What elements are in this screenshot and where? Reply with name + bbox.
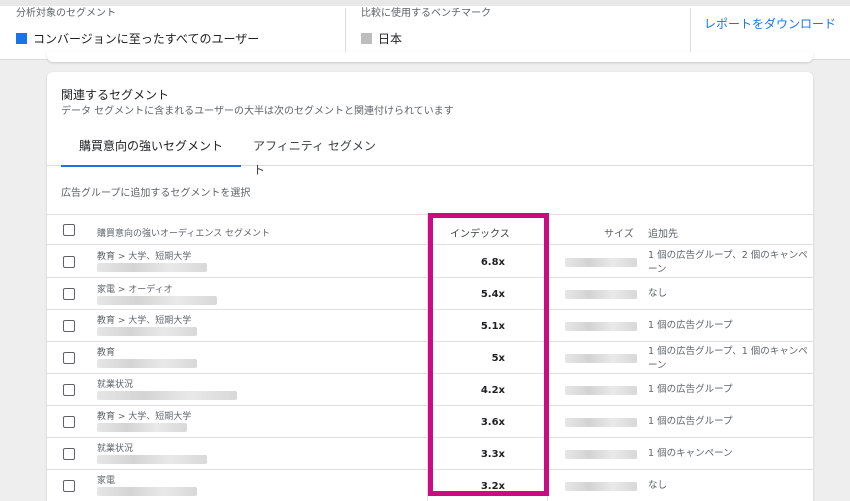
redacted-size bbox=[565, 322, 637, 331]
row-added-to: なし bbox=[648, 480, 668, 491]
redacted-size bbox=[565, 418, 637, 427]
redacted-segment-name bbox=[97, 455, 207, 464]
row-divider bbox=[47, 469, 813, 470]
row-category: 教育 > 大学、短期大学 bbox=[97, 412, 192, 422]
benchmark-value: 日本 bbox=[378, 32, 403, 46]
redacted-segment-name bbox=[97, 391, 237, 400]
analysis-segment-value: コンバージョンに至ったすべてのユーザー bbox=[33, 32, 260, 46]
tab-affinity[interactable]: アフィニティ セグメント bbox=[253, 134, 383, 177]
row-category: 教育 bbox=[97, 348, 116, 358]
redacted-size bbox=[565, 450, 637, 459]
row-index-value: 3.3x bbox=[480, 449, 505, 460]
row-category: 家電 > オーディオ bbox=[97, 285, 173, 295]
benchmark-label: 比較に使用するベンチマーク bbox=[361, 8, 491, 19]
row-checkbox[interactable] bbox=[63, 352, 75, 364]
card-subtitle: データ セグメントに含まれるユーザーの大半は次のセグメントと関連付けられています bbox=[61, 106, 454, 117]
header-bottom-border bbox=[47, 244, 813, 245]
row-index-value: 5x bbox=[491, 353, 505, 364]
row-added-to: 1 個の広告グループ bbox=[648, 384, 733, 395]
tab-in-market[interactable]: 購買意向の強いセグメント bbox=[61, 134, 241, 167]
redacted-size bbox=[565, 482, 637, 491]
row-added-to: 1 個の広告グループ bbox=[648, 416, 733, 427]
redacted-size bbox=[565, 386, 637, 395]
segment-tabs: 購買意向の強いセグメント アフィニティ セグメント bbox=[47, 134, 813, 177]
redacted-segment-name bbox=[97, 296, 217, 305]
row-divider bbox=[47, 373, 813, 374]
row-checkbox[interactable] bbox=[63, 480, 75, 492]
table-top-border bbox=[47, 214, 813, 215]
redacted-segment-name bbox=[97, 327, 197, 336]
redacted-segment-name bbox=[97, 359, 197, 368]
row-category: 就業状況 bbox=[97, 380, 134, 390]
related-segments-card: 関連するセグメント データ セグメントに含まれるユーザーの大半は次のセグメントと… bbox=[47, 72, 813, 501]
header-segment[interactable]: 購買意向の強いオーディエンス セグメント bbox=[97, 226, 270, 239]
row-category: 教育 > 大学、短期大学 bbox=[97, 252, 192, 262]
row-index-value: 4.2x bbox=[480, 385, 505, 396]
row-divider bbox=[47, 277, 813, 278]
analysis-segment-selector[interactable]: 分析対象のセグメント コンバージョンに至ったすべてのユーザー bbox=[16, 7, 259, 47]
header-divider-2 bbox=[690, 8, 691, 52]
redacted-segment-name bbox=[97, 263, 207, 272]
row-checkbox[interactable] bbox=[63, 320, 75, 332]
row-divider bbox=[47, 405, 813, 406]
analysis-color-swatch bbox=[16, 33, 27, 44]
row-checkbox[interactable] bbox=[63, 448, 75, 460]
header-added-to: 追加先 bbox=[648, 229, 678, 240]
row-added-to: 1 個の広告グループ、2 個のキャンペーン bbox=[648, 250, 808, 275]
header-index[interactable]: インデックス bbox=[450, 225, 510, 240]
row-added-to: 1 個の広告グループ、1 個のキャンペーン bbox=[648, 346, 808, 371]
row-added-to: 1 個のキャンペーン bbox=[648, 448, 733, 459]
analysis-segment-label: 分析対象のセグメント bbox=[16, 8, 116, 19]
row-index-value: 5.1x bbox=[480, 321, 505, 332]
tab-affinity-label: アフィニティ セグメント bbox=[253, 139, 376, 177]
card-title: 関連するセグメント bbox=[61, 88, 170, 102]
row-index-value: 3.6x bbox=[480, 417, 505, 428]
row-divider bbox=[47, 437, 813, 438]
row-index-value: 5.4x bbox=[480, 289, 505, 300]
select-all-checkbox[interactable] bbox=[63, 224, 75, 236]
tab-in-market-label: 購買意向の強いセグメント bbox=[78, 139, 223, 153]
redacted-size bbox=[565, 290, 637, 299]
row-divider bbox=[47, 341, 813, 342]
redacted-segment-name bbox=[97, 423, 187, 432]
row-category: 教育 > 大学、短期大学 bbox=[97, 316, 192, 326]
redacted-size bbox=[565, 354, 637, 363]
row-added-to: 1 個の広告グループ bbox=[648, 320, 733, 331]
index-column-divider bbox=[427, 214, 428, 501]
top-strip bbox=[0, 0, 850, 6]
header-divider bbox=[345, 8, 346, 52]
redacted-size bbox=[565, 258, 637, 267]
header-size[interactable]: サイズ bbox=[604, 225, 634, 240]
benchmark-color-swatch bbox=[361, 33, 372, 44]
row-index-value: 3.2x bbox=[480, 481, 505, 492]
row-category: 就業状況 bbox=[97, 444, 134, 454]
row-added-to: なし bbox=[648, 288, 668, 299]
size-column-divider bbox=[547, 214, 548, 501]
row-checkbox[interactable] bbox=[63, 256, 75, 268]
row-checkbox[interactable] bbox=[63, 416, 75, 428]
row-index-value: 6.8x bbox=[480, 257, 505, 268]
row-divider bbox=[47, 309, 813, 310]
row-checkbox[interactable] bbox=[63, 288, 75, 300]
download-report-link[interactable]: レポートをダウンロード bbox=[704, 15, 836, 32]
row-category: 家電 bbox=[97, 476, 116, 486]
previous-card-edge bbox=[47, 52, 813, 62]
redacted-segment-name bbox=[97, 487, 197, 496]
benchmark-selector[interactable]: 比較に使用するベンチマーク 日本 bbox=[361, 7, 491, 47]
row-checkbox[interactable] bbox=[63, 384, 75, 396]
selection-instruction: 広告グループに追加するセグメントを選択 bbox=[61, 188, 251, 199]
active-tab-indicator bbox=[61, 165, 241, 167]
report-header: 分析対象のセグメント コンバージョンに至ったすべてのユーザー 比較に使用するベン… bbox=[0, 0, 850, 60]
